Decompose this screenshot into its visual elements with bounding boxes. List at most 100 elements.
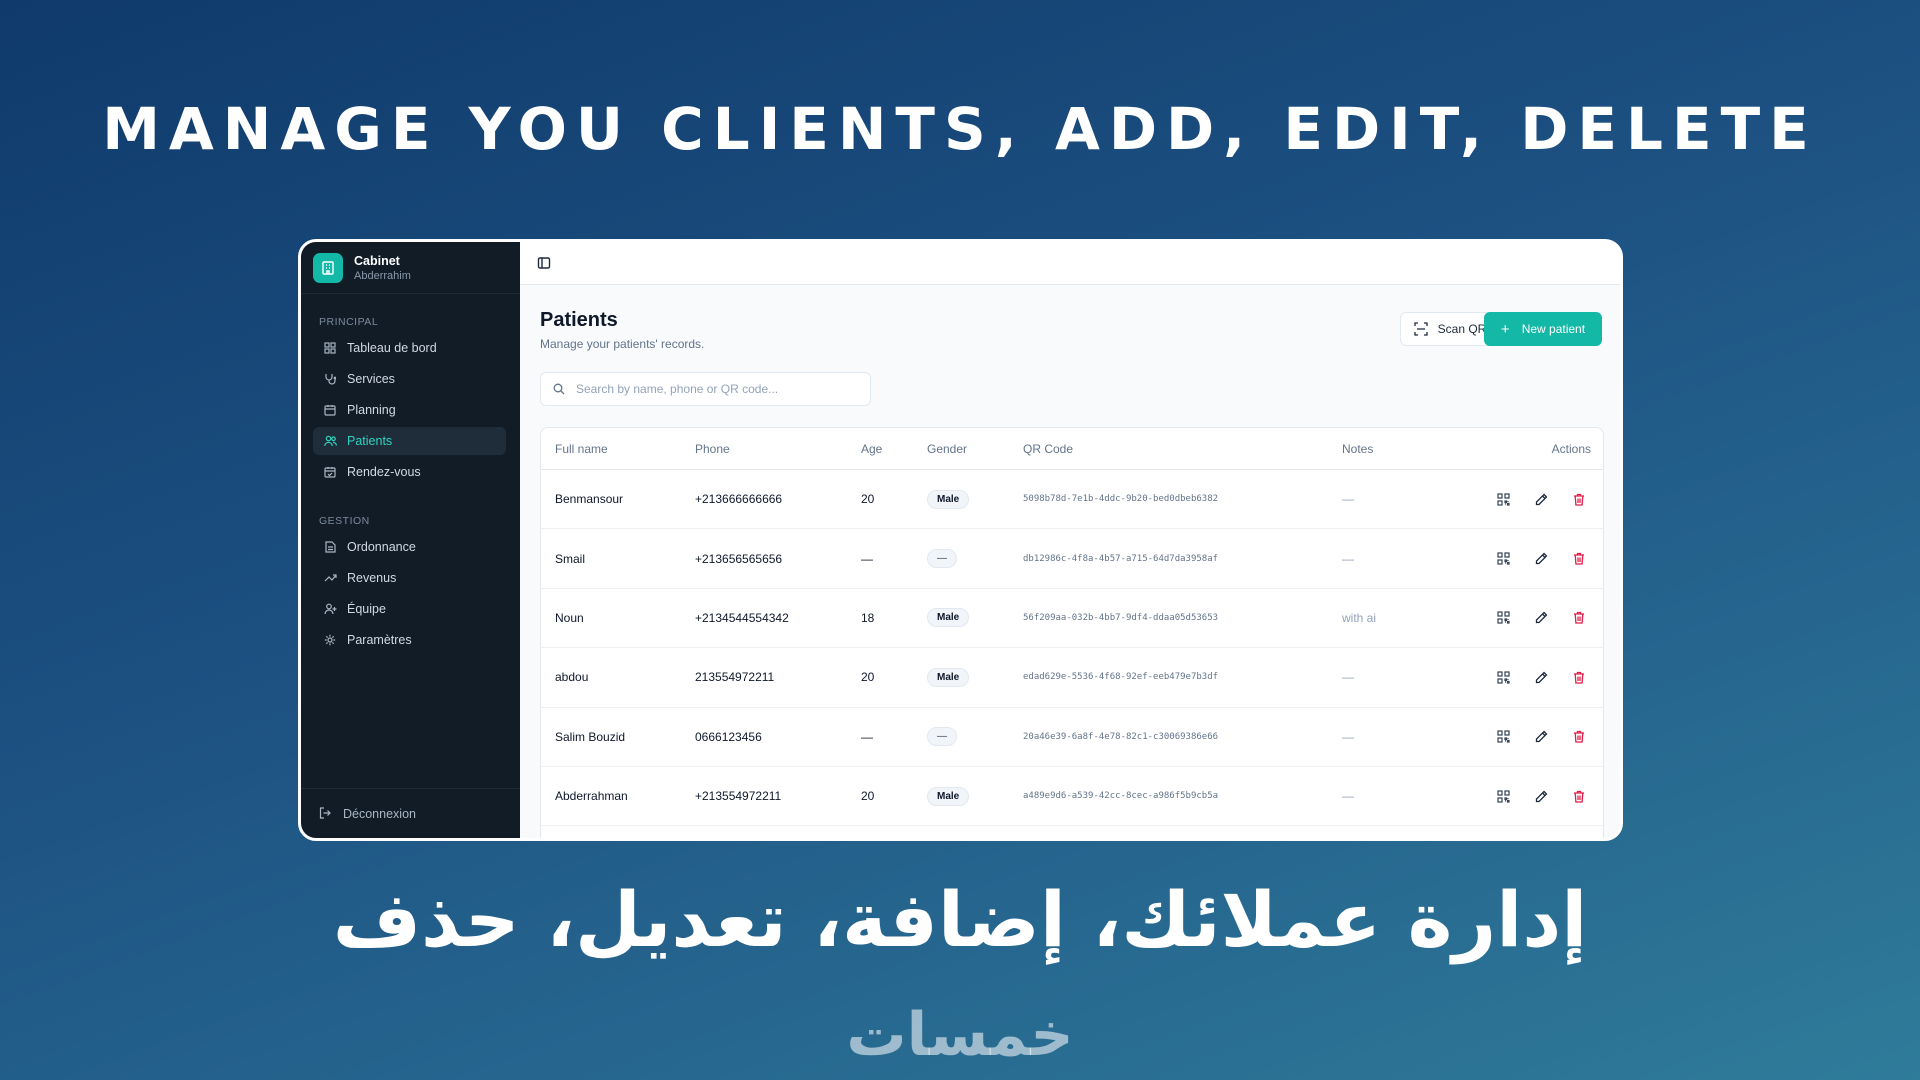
search-icon bbox=[551, 381, 567, 397]
row-actions bbox=[1495, 491, 1587, 507]
new-patient-label: New patient bbox=[1521, 322, 1586, 336]
cell-gender: — bbox=[927, 727, 957, 747]
sidebar-item-label: Patients bbox=[347, 434, 393, 448]
table-row[interactable]: Smail +213656565656 — — db12986c-4f8a-4b… bbox=[541, 529, 1603, 589]
cell-full-name: Salim Bouzid bbox=[555, 729, 626, 744]
sidebar-toggle-icon[interactable] bbox=[536, 255, 552, 271]
grid-icon bbox=[323, 341, 337, 355]
edit-pencil-icon[interactable] bbox=[1533, 788, 1549, 804]
header-notes[interactable]: Notes bbox=[1342, 442, 1373, 456]
cell-qr-code: db12986c-4f8a-4b57-a715-64d7da3958af bbox=[1023, 553, 1219, 564]
header-phone[interactable]: Phone bbox=[695, 442, 730, 456]
edit-pencil-icon[interactable] bbox=[1533, 729, 1549, 745]
edit-pencil-icon[interactable] bbox=[1533, 669, 1549, 685]
app-window: Cabinet Abderrahim PRINCIPAL Tableau de … bbox=[298, 239, 1623, 841]
gender-badge: Male bbox=[927, 786, 970, 806]
sidebar-item-rendez-vous[interactable]: Rendez-vous bbox=[313, 458, 506, 486]
cell-full-name: Abderrahman bbox=[555, 789, 628, 804]
sidebar-item-label: Services bbox=[347, 372, 395, 386]
section-label-principal: PRINCIPAL bbox=[319, 316, 379, 328]
user-plus-icon bbox=[323, 602, 337, 616]
table-header: Full name Phone Age Gender QR Code Notes… bbox=[541, 428, 1603, 470]
sidebar: Cabinet Abderrahim PRINCIPAL Tableau de … bbox=[301, 242, 520, 838]
cell-notes: with ai bbox=[1342, 610, 1377, 625]
search-input[interactable] bbox=[576, 382, 856, 396]
cell-age: — bbox=[861, 551, 873, 566]
header-age[interactable]: Age bbox=[861, 442, 882, 456]
cell-qr-code: 20a46e39-6a8f-4e78-82c1-c30069386e66 bbox=[1023, 731, 1219, 742]
qr-code-icon[interactable] bbox=[1495, 551, 1511, 567]
edit-pencil-icon[interactable] bbox=[1533, 551, 1549, 567]
new-patient-button[interactable]: + New patient bbox=[1484, 312, 1602, 346]
brand-subtitle: Abderrahim bbox=[354, 269, 411, 282]
header-qr-code[interactable]: QR Code bbox=[1023, 442, 1073, 456]
trash-icon[interactable] bbox=[1571, 729, 1587, 745]
trash-icon[interactable] bbox=[1571, 669, 1587, 685]
gender-badge: — bbox=[927, 727, 957, 747]
table-row[interactable]: Noun +2134544554342 18 Male 56f209aa-032… bbox=[541, 589, 1603, 649]
calendar-icon bbox=[323, 403, 337, 417]
cell-notes: — bbox=[1342, 551, 1354, 566]
trash-icon[interactable] bbox=[1571, 610, 1587, 626]
trash-icon[interactable] bbox=[1571, 551, 1587, 567]
header-gender[interactable]: Gender bbox=[927, 442, 967, 456]
gear-icon bbox=[323, 633, 337, 647]
cell-qr-code: edad629e-5536-4f68-92ef-eeb479e7b3df bbox=[1023, 672, 1219, 683]
document-icon bbox=[323, 540, 337, 554]
sidebar-item-planning[interactable]: Planning bbox=[313, 396, 506, 424]
sidebar-item-services[interactable]: Services bbox=[313, 365, 506, 393]
logout-label: Déconnexion bbox=[343, 806, 416, 821]
sidebar-item-revenus[interactable]: Revenus bbox=[313, 564, 506, 592]
cell-gender: Male bbox=[927, 667, 970, 687]
cell-qr-code: a489e9d6-a539-42cc-8cec-a986f5b9cb5a bbox=[1023, 791, 1219, 802]
cell-age: — bbox=[861, 729, 873, 744]
gender-badge: Male bbox=[927, 667, 970, 687]
row-actions bbox=[1495, 669, 1587, 685]
sidebar-item-equipe[interactable]: Équipe bbox=[313, 595, 506, 623]
building-icon bbox=[313, 252, 343, 283]
sidebar-item-ordonnance[interactable]: Ordonnance bbox=[313, 533, 506, 561]
edit-pencil-icon[interactable] bbox=[1533, 610, 1549, 626]
qr-code-icon[interactable] bbox=[1495, 729, 1511, 745]
page-title: Patients bbox=[540, 309, 618, 331]
table-row[interactable]: Abderrahman +213554972211 20 Male a489e9… bbox=[541, 767, 1603, 827]
edit-pencil-icon[interactable] bbox=[1533, 491, 1549, 507]
row-actions bbox=[1495, 788, 1587, 804]
cell-gender: Male bbox=[927, 608, 970, 628]
table-row[interactable]: Salim Bouzid 0666123456 — — 20a46e39-6a8… bbox=[541, 708, 1603, 767]
cell-phone: +2134544554342 bbox=[695, 610, 789, 625]
cell-age: 20 bbox=[861, 789, 875, 804]
trash-icon[interactable] bbox=[1571, 788, 1587, 804]
cell-phone: +213666666666 bbox=[695, 492, 783, 507]
sidebar-item-patients[interactable]: Patients bbox=[313, 427, 506, 455]
gender-badge: — bbox=[927, 549, 957, 569]
header-full-name[interactable]: Full name bbox=[555, 442, 608, 456]
cell-full-name: Smail bbox=[555, 551, 586, 566]
trash-icon[interactable] bbox=[1571, 491, 1587, 507]
gender-badge: Male bbox=[927, 489, 970, 509]
cell-phone: +213554972211 bbox=[695, 789, 782, 804]
scan-icon bbox=[1413, 321, 1429, 337]
sidebar-item-label: Rendez-vous bbox=[347, 465, 421, 479]
cell-phone: 0666123456 bbox=[695, 729, 762, 744]
table-row[interactable]: Benmansour +213666666666 20 Male 5098b78… bbox=[541, 470, 1603, 530]
cell-notes: — bbox=[1342, 670, 1354, 685]
patients-table: Full name Phone Age Gender QR Code Notes… bbox=[540, 427, 1604, 838]
qr-code-icon[interactable] bbox=[1495, 491, 1511, 507]
search-box[interactable] bbox=[540, 372, 871, 406]
users-icon bbox=[323, 434, 337, 448]
table-row[interactable]: abdou 213554972211 20 Male edad629e-5536… bbox=[541, 648, 1603, 708]
logout-icon bbox=[319, 806, 333, 821]
sidebar-item-dashboard[interactable]: Tableau de bord bbox=[313, 334, 506, 362]
sidebar-item-label: Tableau de bord bbox=[347, 341, 437, 355]
qr-code-icon[interactable] bbox=[1495, 610, 1511, 626]
sidebar-item-parametres[interactable]: Paramètres bbox=[313, 626, 506, 654]
qr-code-icon[interactable] bbox=[1495, 788, 1511, 804]
qr-code-icon[interactable] bbox=[1495, 669, 1511, 685]
cell-phone: 213554972211 bbox=[695, 670, 775, 685]
cell-full-name: abdou bbox=[555, 670, 589, 685]
plus-icon: + bbox=[1500, 320, 1510, 338]
logout-button[interactable]: Déconnexion bbox=[301, 788, 520, 838]
cell-notes: — bbox=[1342, 492, 1354, 507]
cell-notes: — bbox=[1342, 729, 1354, 744]
